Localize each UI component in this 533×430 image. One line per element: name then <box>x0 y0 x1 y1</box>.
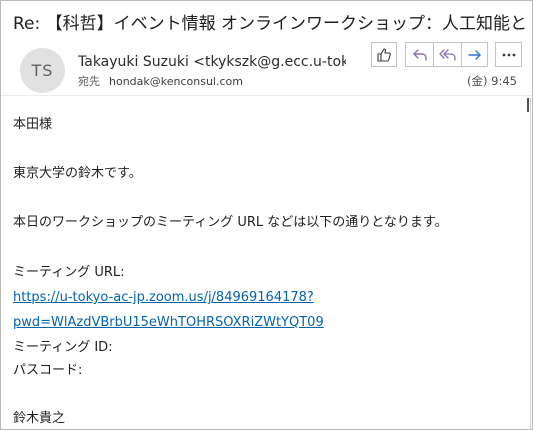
forward-button[interactable] <box>461 42 488 67</box>
reply-all-icon <box>438 48 457 62</box>
vertical-scrollbar[interactable] <box>527 98 532 429</box>
body-greeting: 本田様 <box>13 117 53 132</box>
recipient-address[interactable]: hondak@kenconsul.com <box>109 75 243 88</box>
email-reading-pane: Re: 【科哲】イベント情報 オンラインワークショップ：人工知能と徳 TS Ta… <box>0 0 533 430</box>
body-intro: 東京大学の鈴木です。 <box>13 166 142 181</box>
more-actions-button[interactable] <box>495 42 522 67</box>
email-datetime: (金) 9:45 <box>467 74 517 88</box>
email-subject: Re: 【科哲】イベント情報 オンラインワークショップ：人工知能と徳 <box>13 14 525 34</box>
reply-icon <box>412 48 428 62</box>
thumbs-up-icon <box>376 47 392 63</box>
like-button[interactable] <box>371 42 397 67</box>
reply-button[interactable] <box>405 42 433 67</box>
meeting-id-label: ミーティング ID: <box>13 340 113 355</box>
scrollbar-track[interactable] <box>530 98 531 429</box>
recipient-row: 宛先 hondak@kenconsul.com <box>78 74 243 90</box>
meeting-url-link-line1[interactable]: https://u-tokyo-ac-jp.zoom.us/j/84969164… <box>13 289 314 307</box>
to-label: 宛先 <box>78 75 100 88</box>
sender-name[interactable]: Takayuki Suzuki <tkykszk@g.ecc.u-tok <box>78 52 346 72</box>
meeting-url-link-line2[interactable]: pwd=WlAzdVBrbU15eWhTOHRSOXRiZWtYQT09 <box>13 314 324 332</box>
more-icon <box>501 52 517 58</box>
meeting-url-label: ミーティング URL: <box>13 265 125 280</box>
body-message: 本日のワークショップのミーティング URL などは以下の通りとなります。 <box>13 215 448 230</box>
sender-avatar[interactable]: TS <box>20 48 65 93</box>
reply-all-button[interactable] <box>433 42 461 67</box>
scrollbar-thumb[interactable] <box>527 98 529 112</box>
signature: 鈴木貴之 <box>13 411 66 426</box>
forward-icon <box>467 48 483 62</box>
passcode-label: パスコード: <box>13 363 83 378</box>
header-divider <box>1 95 532 96</box>
